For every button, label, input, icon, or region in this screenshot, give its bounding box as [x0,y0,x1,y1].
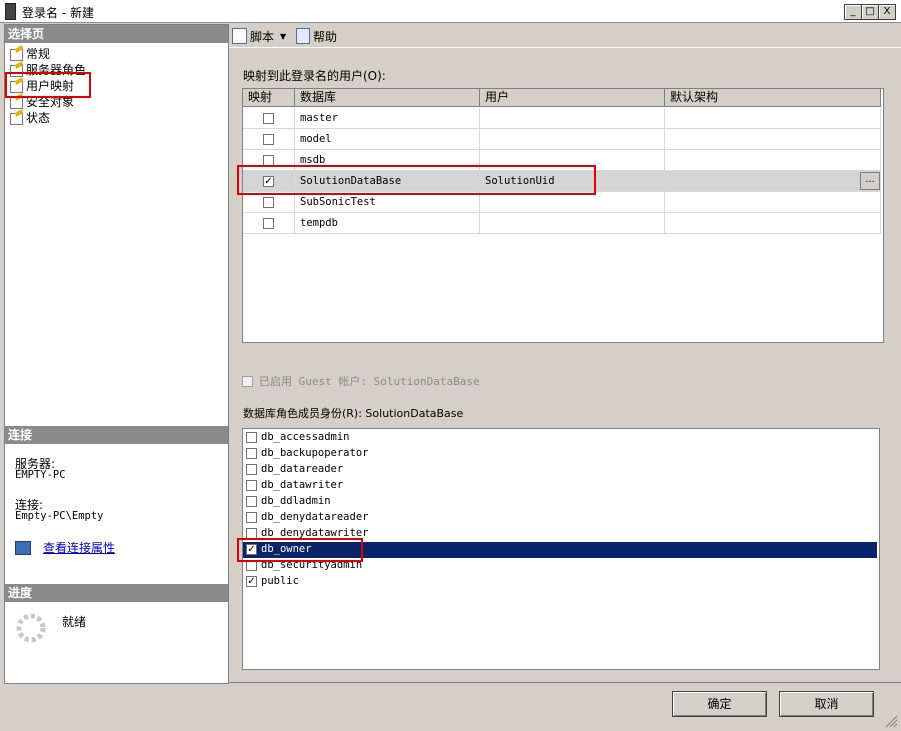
database-cell: model [295,129,480,150]
cancel-button[interactable]: 取消 [779,691,874,717]
progress-spinner-icon [16,613,46,643]
role-name: db_backupoperator [261,447,369,459]
page-item-general[interactable]: 常规 [9,44,51,61]
guest-account-checkbox[interactable]: 已启用 Guest 帐户: SolutionDataBase [242,373,480,389]
properties-icon [15,540,31,555]
resize-grip-icon[interactable] [884,714,898,728]
column-header-database[interactable]: 数据库 [295,89,480,107]
help-button[interactable]: 帮助 [296,27,337,45]
database-cell: master [295,108,480,129]
highlight-box [237,165,596,195]
role-name: db_accessadmin [261,431,350,443]
list-item[interactable]: ✓ public [243,574,877,590]
page-icon [9,108,24,125]
roles-label: 数据库角色成员身份(R): SolutionDataBase [243,407,464,420]
link-text: 查看连接属性 [43,541,116,555]
table-row[interactable]: model [243,129,881,150]
role-checkbox[interactable] [246,512,257,523]
role-name: db_denydatareader [261,511,369,523]
role-checkbox[interactable] [246,432,257,443]
mapping-label: 映射到此登录名的用户(O): [243,69,386,83]
role-name: db_ddladmin [261,495,331,507]
select-page-header: 选择页 [5,25,228,43]
window-title: 登录名 - 新建 [22,6,94,20]
highlight-box [5,72,91,98]
list-item[interactable]: db_accessadmin [243,430,877,446]
role-name: public [261,575,299,587]
role-checkbox[interactable]: ✓ [246,576,257,587]
database-cell: tempdb [295,213,480,234]
help-icon [296,28,310,44]
progress-header: 进度 [5,584,228,602]
view-connection-properties-link[interactable]: 查看连接属性 [15,539,115,556]
toolbar-divider [229,47,901,48]
list-item[interactable]: db_datawriter [243,478,877,494]
column-header-schema[interactable]: 默认架构 [665,89,881,107]
column-header-map[interactable]: 映射 [243,89,295,107]
ok-button[interactable]: 确定 [672,691,767,717]
list-item[interactable]: db_backupoperator [243,446,877,462]
highlight-box [237,538,363,562]
map-checkbox[interactable] [263,134,274,145]
page-label: 常规 [26,46,51,61]
guest-checkbox-box[interactable] [242,375,253,387]
script-icon [232,28,247,44]
left-panel: 选择页 常规 服务器角色 用户映射 安全对象 状态 连接 服务器: EMPTY-… [4,24,229,684]
table-row[interactable]: tempdb [243,213,881,234]
page-icon [9,44,24,61]
role-checkbox[interactable] [246,496,257,507]
schema-cell[interactable] [665,213,881,234]
connection-header: 连接 [5,426,228,444]
page-label: 状态 [26,110,51,125]
role-name: db_datawriter [261,479,344,491]
footer-divider [229,682,901,683]
map-checkbox[interactable] [263,197,274,208]
window-icon [5,3,16,20]
schema-cell[interactable] [665,150,881,171]
database-cell: SubSonicTest [295,192,480,213]
schema-cell[interactable] [665,108,881,129]
user-mapping-grid[interactable]: 映射 数据库 用户 默认架构 master model msdb ✓ Solut… [242,88,884,343]
browse-schema-button[interactable]: ... [860,172,880,190]
page-item-status[interactable]: 状态 [9,108,51,125]
list-item[interactable]: db_datareader [243,462,877,478]
schema-cell[interactable] [665,192,881,213]
server-value: EMPTY-PC [15,469,66,481]
table-row[interactable]: SubSonicTest [243,192,881,213]
role-name: db_datareader [261,463,344,475]
schema-cell[interactable] [665,129,881,150]
user-cell[interactable] [480,213,665,234]
minimize-button[interactable]: _ [844,4,862,20]
role-checkbox[interactable] [246,464,257,475]
chevron-down-icon: ▼ [280,31,287,41]
toolbar: 脚本 ▼ 帮助 [229,24,901,48]
map-checkbox[interactable] [263,113,274,124]
connect-value: Empty-PC\Empty [15,510,104,522]
schema-cell[interactable] [665,171,881,192]
role-checkbox[interactable] [246,480,257,491]
list-item[interactable]: db_ddladmin [243,494,877,510]
user-cell[interactable] [480,129,665,150]
table-row[interactable]: master [243,108,881,129]
column-header-user[interactable]: 用户 [480,89,665,107]
title-bar[interactable]: 登录名 - 新建 _ □ X [0,0,901,23]
user-cell[interactable] [480,192,665,213]
map-checkbox[interactable] [263,218,274,229]
user-cell[interactable] [480,108,665,129]
role-checkbox[interactable] [246,448,257,459]
guest-label: 已启用 Guest 帐户: SolutionDataBase [259,375,480,388]
script-button[interactable]: 脚本 ▼ [232,27,286,45]
list-item[interactable]: db_denydatareader [243,510,877,526]
script-label: 脚本 [250,29,275,44]
close-button[interactable]: X [878,4,896,20]
help-label: 帮助 [313,29,338,44]
maximize-button[interactable]: □ [861,4,879,20]
progress-status: 就绪 [62,615,87,629]
